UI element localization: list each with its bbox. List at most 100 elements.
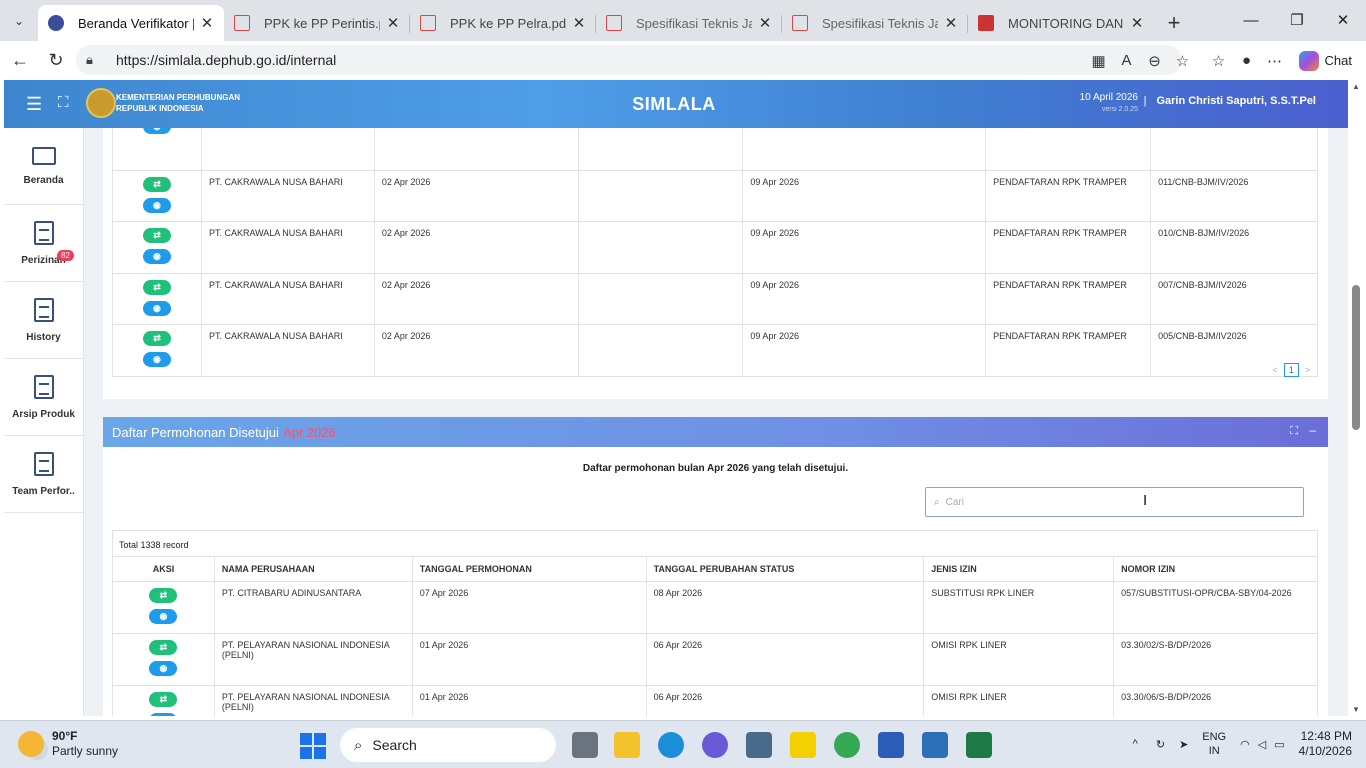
sidebar-item-team-performance[interactable]: Team Perfor.. — [4, 436, 83, 513]
close-icon[interactable]: ✕ — [944, 14, 958, 32]
profile-avatar-icon[interactable]: ● — [1233, 52, 1261, 69]
scroll-down-icon[interactable]: ▼ — [1352, 705, 1360, 714]
weather-widget[interactable]: 90°F Partly sunny — [18, 729, 118, 759]
tab-pdf[interactable]: PPK ke PP Perintis.pdf ✕ — [224, 5, 410, 41]
favorite-star-icon[interactable]: ☆ — [1169, 52, 1197, 70]
date-cell: 02 Apr 2026 — [373, 272, 579, 325]
chrome-icon[interactable] — [834, 732, 860, 758]
table-row: ⇄ ◉ PT. CAKRAWALA NUSA BAHARI 02 Apr 2026… — [112, 169, 1318, 222]
fullscreen-icon[interactable]: ⛶ — [58, 94, 69, 111]
monitor-icon — [31, 146, 56, 165]
calculator-icon[interactable] — [922, 732, 948, 758]
tab-pdf[interactable]: MONITORING DAN EVALUASI ✕ — [968, 5, 1154, 41]
excel-icon[interactable] — [966, 732, 992, 758]
sidebar-item-beranda[interactable]: Beranda — [4, 128, 83, 205]
new-tab-icon[interactable]: + — [1154, 5, 1194, 41]
weather-condition: Partly sunny — [52, 744, 119, 758]
start-icon[interactable] — [300, 733, 326, 759]
process-icon[interactable]: ⇄ — [142, 228, 171, 243]
translate-icon[interactable]: A — [1113, 52, 1141, 69]
sticky-notes-icon[interactable] — [790, 732, 816, 758]
restore-icon[interactable]: ❐ — [1274, 0, 1320, 40]
date-cell: 07 Apr 2026 — [411, 581, 647, 634]
prev-page-icon[interactable]: < — [1272, 365, 1277, 375]
column-header[interactable]: TANGGAL PERUBAHAN STATUS — [645, 556, 925, 582]
column-header[interactable]: TANGGAL PERMOHONAN — [411, 556, 647, 582]
view-icon[interactable]: ◉ — [142, 352, 171, 367]
page-scrollbar[interactable]: ▲ ▼ — [1348, 80, 1366, 716]
view-icon[interactable]: ◉ — [142, 197, 171, 213]
reload-icon[interactable]: ↻ — [38, 50, 74, 71]
close-icon[interactable]: ✕ — [386, 14, 400, 32]
process-icon[interactable]: ⇄ — [142, 279, 171, 295]
process-icon[interactable]: ⇄ — [142, 176, 171, 192]
process-icon[interactable]: ⇄ — [142, 331, 171, 346]
view-icon[interactable]: ◉ — [142, 249, 171, 264]
apps-icon[interactable]: ▦ — [1085, 52, 1113, 70]
send-icon[interactable]: ➤ — [1179, 738, 1188, 751]
sync-icon[interactable]: ↻ — [1156, 738, 1165, 751]
tab-beranda[interactable]: Beranda Verifikator | Simlala ✕ — [38, 5, 224, 41]
clock[interactable]: 12:48 PM 4/10/2026 — [1299, 729, 1352, 759]
show-hidden-icons-icon[interactable]: ^ — [1133, 738, 1138, 750]
edge-browser-icon[interactable] — [658, 732, 684, 758]
more-menu-icon[interactable]: ⋯ — [1261, 52, 1289, 70]
scrollbar-thumb[interactable] — [1352, 285, 1360, 430]
volume-icon[interactable]: ◁ — [1258, 738, 1266, 751]
table-header-row: AKSI NAMA PERUSAHAAN TANGGAL PERMOHONAN … — [112, 556, 1318, 582]
search-input[interactable]: ⌕ Cari — [925, 487, 1304, 517]
close-icon[interactable]: ✕ — [1130, 14, 1144, 32]
tab-pdf[interactable]: Spesifikasi Teknis Jasa Layanan ✕ — [782, 5, 968, 41]
view-icon[interactable]: ◉ — [149, 661, 178, 676]
app-icon[interactable] — [702, 732, 728, 758]
document-icon — [33, 297, 54, 322]
window-close-icon[interactable]: ✕ — [1320, 0, 1366, 40]
permit-type-cell: OMISI RPK LINER — [923, 685, 1115, 716]
scroll-up-icon[interactable]: ▲ — [1352, 82, 1360, 91]
process-icon[interactable]: ⇄ — [149, 692, 178, 707]
wifi-icon[interactable]: ◠ — [1240, 738, 1250, 751]
permit-type-cell: PENDAFTARAN RPK TRAMPER — [985, 272, 1152, 325]
action-cell: ⇄◉ — [112, 633, 215, 686]
view-icon[interactable]: ◉ — [142, 300, 171, 316]
url-field[interactable]: 🔒︎ https://simlala.dephub.go.id/internal — [76, 45, 1182, 75]
view-icon[interactable]: ◉ — [142, 128, 171, 134]
close-icon[interactable]: ✕ — [200, 14, 214, 32]
ministry-name: KEMENTERIAN PERHUBUNGAN REPUBLIK INDONES… — [116, 92, 240, 114]
page-number-button[interactable]: 1 — [1283, 363, 1299, 377]
camera-icon[interactable] — [746, 732, 772, 758]
process-icon[interactable]: ⇄ — [149, 588, 178, 603]
tab-pdf[interactable]: Spesifikasi Teknis Jasa Layanan ✕ — [596, 5, 782, 41]
view-icon[interactable]: ◉ — [149, 609, 178, 624]
column-header[interactable]: NAMA PERUSAHAAN — [213, 556, 413, 582]
column-header[interactable]: NOMOR IZIN — [1113, 556, 1318, 582]
favorites-icon[interactable]: ☆ — [1205, 52, 1233, 70]
file-explorer-icon[interactable] — [614, 732, 640, 758]
back-icon[interactable]: ← — [2, 50, 38, 71]
view-icon[interactable]: ◉ — [149, 713, 178, 716]
battery-icon[interactable]: ▭ — [1274, 738, 1284, 751]
sidebar-item-arsip-produk[interactable]: Arsip Produk — [4, 359, 83, 436]
company-cell: PT. PELAYARAN NASIONAL INDONESIA (PELNI) — [213, 685, 413, 716]
task-view-icon[interactable] — [572, 732, 598, 758]
zoom-out-icon[interactable]: ⊖ — [1141, 52, 1169, 70]
expand-icon[interactable]: ⛶ — [1290, 425, 1298, 438]
column-header[interactable]: JENIS IZIN — [923, 556, 1115, 582]
process-icon[interactable]: ⇄ — [149, 640, 178, 655]
sidebar-item-perizinan[interactable]: Perizinan 82 — [4, 205, 83, 282]
collapse-icon[interactable]: – — [1309, 423, 1316, 437]
taskbar-search[interactable]: ⌕ Search — [340, 728, 556, 762]
word-icon[interactable] — [878, 732, 904, 758]
close-icon[interactable]: ✕ — [758, 14, 772, 32]
sidebar-item-history[interactable]: History — [4, 282, 83, 359]
tab-actions-icon[interactable]: ⌄ — [0, 0, 38, 41]
next-page-icon[interactable]: > — [1305, 365, 1310, 375]
copilot-chat-button[interactable]: Chat — [1298, 50, 1366, 71]
close-icon[interactable]: ✕ — [572, 14, 586, 32]
minimize-icon[interactable]: — — [1228, 0, 1274, 40]
hamburger-menu-icon[interactable]: ☰ — [26, 94, 42, 115]
user-name[interactable]: Garin Christi Saputri, S.S.T.Pel — [1144, 95, 1316, 107]
language-indicator[interactable]: ENG IN — [1202, 730, 1226, 758]
tab-pdf[interactable]: PPK ke PP Pelra.pdf ✕ — [410, 5, 596, 41]
pdf-icon — [234, 15, 250, 31]
